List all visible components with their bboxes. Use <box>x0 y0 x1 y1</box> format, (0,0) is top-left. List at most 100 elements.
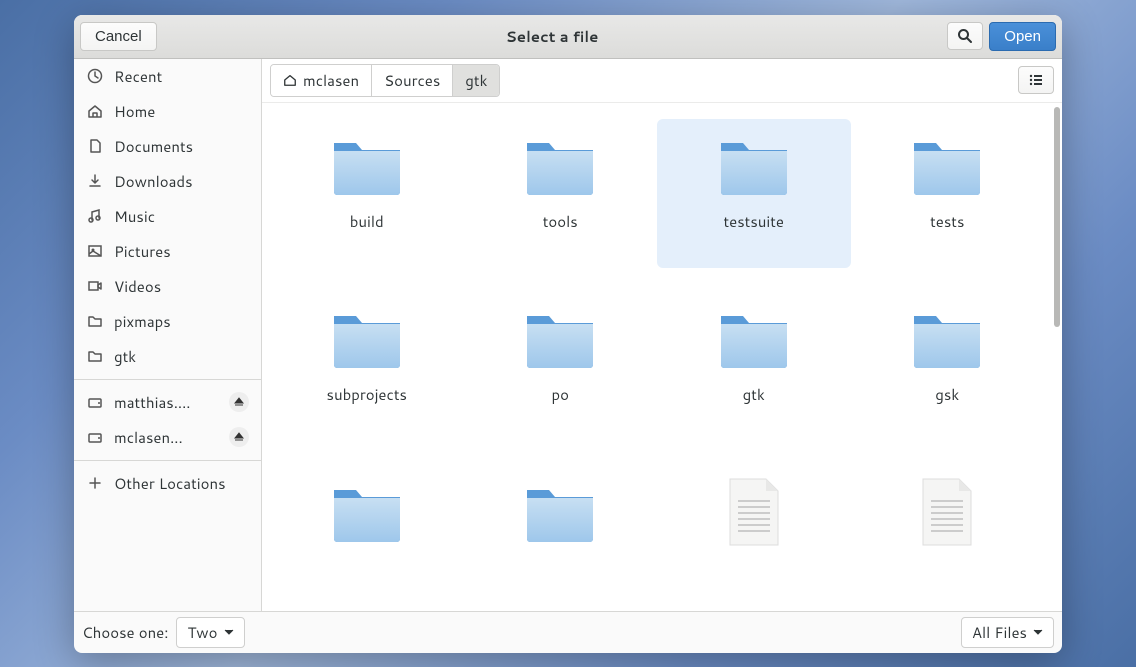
folder-item[interactable]: gsk <box>851 292 1045 442</box>
sidebar-item-pictures[interactable]: Pictures <box>74 234 261 269</box>
sidebar-item-gtk[interactable]: gtk <box>74 339 261 374</box>
content-pane: mclasen Sources gtk build tools testsuite t… <box>262 59 1062 611</box>
sidebar-item-label: pixmaps <box>114 311 249 332</box>
sidebar-item-label: gtk <box>114 346 249 367</box>
file-label: subprojects <box>327 384 407 405</box>
file-label: gsk <box>935 384 959 405</box>
sidebar-item-label: Recent <box>114 66 249 87</box>
breadcrumb-sources[interactable]: Sources <box>372 65 453 96</box>
eject-button[interactable] <box>229 392 249 412</box>
breadcrumb-label: mclasen <box>303 70 359 91</box>
bottombar: Choose one: Two All Files <box>74 611 1062 653</box>
sidebar-mount-label: mclasen... <box>114 427 219 448</box>
sidebar-item-downloads[interactable]: Downloads <box>74 164 261 199</box>
sidebar-item-label: Downloads <box>114 171 249 192</box>
sidebar-item-videos[interactable]: Videos <box>74 269 261 304</box>
folder-icon <box>521 302 599 374</box>
file-label: po <box>552 384 570 405</box>
breadcrumb-label: Sources <box>384 70 440 91</box>
home-icon <box>283 73 297 87</box>
folder-icon <box>908 129 986 201</box>
sidebar-item-label: Pictures <box>114 241 249 262</box>
folder-item[interactable]: build <box>270 119 464 269</box>
file-icon <box>908 476 986 548</box>
sidebar-item-recent[interactable]: Recent <box>74 59 261 94</box>
folder-item[interactable]: po <box>464 292 658 442</box>
sidebar-other-locations[interactable]: Other Locations <box>74 466 261 501</box>
titlebar: Cancel Select a file Open <box>74 15 1062 59</box>
folder-icon <box>86 347 104 365</box>
choose-value: Two <box>187 622 217 643</box>
sidebar-item-pixmaps[interactable]: pixmaps <box>74 304 261 339</box>
eject-button[interactable] <box>229 427 249 447</box>
folder-item[interactable]: tests <box>851 119 1045 269</box>
cancel-button[interactable]: Cancel <box>80 22 157 51</box>
search-icon <box>957 28 973 44</box>
sidebar: Recent Home Documents Downloads Music Pi… <box>74 59 262 611</box>
breadcrumb-gtk[interactable]: gtk <box>453 65 499 96</box>
folder-icon <box>521 129 599 201</box>
separator <box>74 379 261 380</box>
file-item[interactable] <box>851 466 1045 595</box>
sidebar-item-label: Other Locations <box>114 473 249 494</box>
sidebar-item-documents[interactable]: Documents <box>74 129 261 164</box>
list-view-icon <box>1028 72 1044 88</box>
file-label: build <box>350 211 384 232</box>
window-title: Select a file <box>163 26 942 47</box>
separator <box>74 460 261 461</box>
file-label: tests <box>930 211 964 232</box>
sidebar-mount-1[interactable]: matthias.... <box>74 385 261 420</box>
sidebar-item-label: Videos <box>114 276 249 297</box>
home-icon <box>86 102 104 120</box>
choose-label: Choose one: <box>82 622 168 643</box>
download-icon <box>86 172 104 190</box>
file-label: gtk <box>743 384 765 405</box>
file-grid: build tools testsuite tests subprojects po gtk… <box>262 103 1052 611</box>
main-content: Recent Home Documents Downloads Music Pi… <box>74 59 1062 611</box>
folder-icon <box>328 302 406 374</box>
choose-dropdown[interactable]: Two <box>176 617 244 648</box>
drive-icon <box>86 393 104 411</box>
folder-icon <box>715 129 793 201</box>
scrollbar-thumb[interactable] <box>1054 107 1060 327</box>
folder-item[interactable]: subprojects <box>270 292 464 442</box>
sidebar-item-music[interactable]: Music <box>74 199 261 234</box>
folder-icon <box>86 312 104 330</box>
search-button[interactable] <box>947 22 983 50</box>
folder-icon <box>521 476 599 548</box>
plus-icon <box>86 474 104 492</box>
sidebar-item-home[interactable]: Home <box>74 94 261 129</box>
file-grid-wrapper: build tools testsuite tests subprojects po gtk… <box>262 103 1062 611</box>
filter-dropdown[interactable]: All Files <box>961 617 1054 648</box>
chevron-down-icon <box>224 627 234 637</box>
scrollbar[interactable] <box>1052 103 1062 611</box>
folder-item[interactable]: gtk <box>657 292 851 442</box>
file-icon <box>715 476 793 548</box>
folder-item[interactable] <box>464 466 658 595</box>
open-button[interactable]: Open <box>989 22 1056 51</box>
file-item[interactable] <box>657 466 851 595</box>
folder-icon <box>328 129 406 201</box>
clock-icon <box>86 67 104 85</box>
folder-item[interactable]: testsuite <box>657 119 851 269</box>
folder-item[interactable] <box>270 466 464 595</box>
sidebar-item-label: Home <box>114 101 249 122</box>
folder-icon <box>328 476 406 548</box>
breadcrumb: mclasen Sources gtk <box>270 64 500 97</box>
document-icon <box>86 137 104 155</box>
video-icon <box>86 277 104 295</box>
sidebar-mount-2[interactable]: mclasen... <box>74 420 261 455</box>
drive-icon <box>86 428 104 446</box>
chevron-down-icon <box>1033 627 1043 637</box>
file-label: tools <box>543 211 578 232</box>
folder-item[interactable]: tools <box>464 119 658 269</box>
picture-icon <box>86 242 104 260</box>
filter-value: All Files <box>972 622 1027 643</box>
breadcrumb-home[interactable]: mclasen <box>271 65 372 96</box>
breadcrumb-label: gtk <box>465 70 487 91</box>
pathbar: mclasen Sources gtk <box>262 59 1062 103</box>
sidebar-item-label: Documents <box>114 136 249 157</box>
music-icon <box>86 207 104 225</box>
view-list-button[interactable] <box>1018 66 1054 94</box>
file-chooser-window: Cancel Select a file Open Recent Home Do… <box>74 15 1062 653</box>
